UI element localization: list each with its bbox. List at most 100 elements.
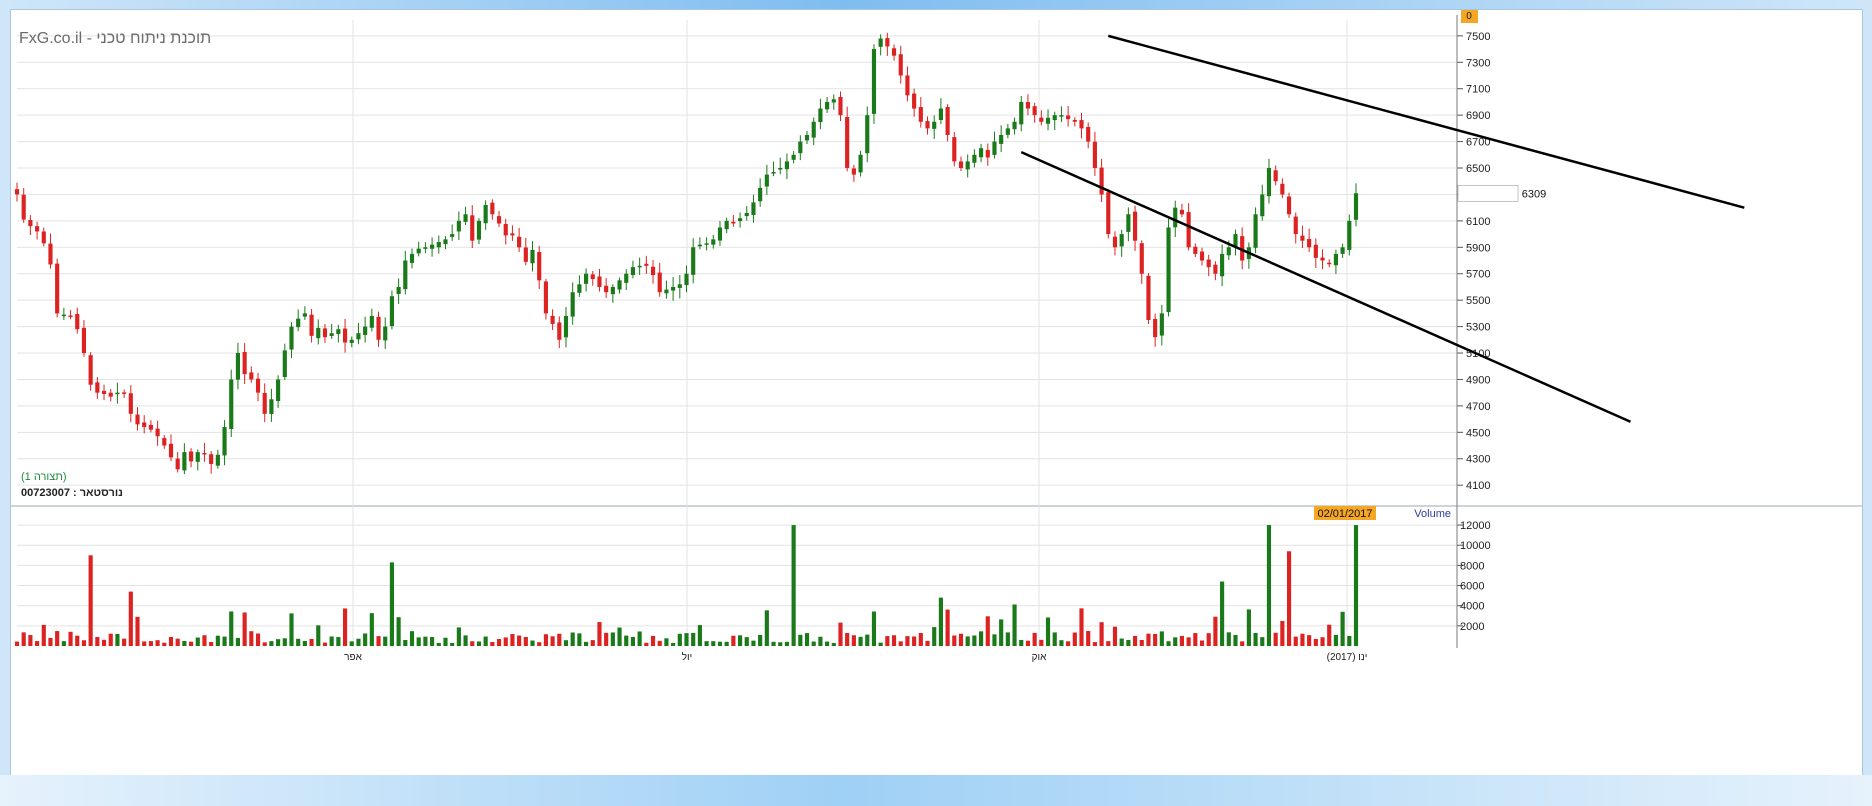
candle-body	[122, 392, 127, 394]
candle-body	[14, 189, 20, 195]
time-tick-label: ינו (2017)	[1327, 652, 1368, 663]
candle-body	[1159, 313, 1164, 336]
volume-bar	[249, 631, 254, 646]
volume-bar	[610, 632, 615, 646]
candle-body	[202, 452, 207, 455]
candle-body	[590, 274, 595, 280]
candle-body	[148, 424, 153, 430]
volume-bar	[14, 641, 20, 646]
candle-body	[476, 220, 482, 240]
candle-body	[637, 265, 642, 268]
candle-body	[938, 108, 943, 120]
price-tick-label: 4700	[1466, 401, 1490, 413]
volume-bar	[1072, 632, 1077, 646]
volume-bar	[1086, 631, 1091, 646]
volume-bar	[1307, 635, 1312, 646]
candle-body	[95, 382, 100, 393]
trendline-upper[interactable]	[1107, 34, 1745, 209]
volume-bar	[409, 631, 415, 646]
candle-body	[48, 243, 53, 265]
volume-bar	[215, 635, 220, 646]
volume-bar	[791, 525, 796, 646]
volume-bar	[108, 633, 113, 646]
volume-bar	[1039, 639, 1044, 646]
volume-bar	[1132, 635, 1138, 646]
volume-bar	[972, 635, 977, 646]
volume-bar	[209, 641, 214, 646]
volume-bar	[557, 633, 562, 646]
volume-bar	[604, 632, 609, 646]
volume-bar	[523, 636, 528, 646]
volume-bar	[825, 641, 830, 646]
volume-bar	[624, 635, 629, 646]
candle-body	[1126, 214, 1131, 232]
candle-body	[1072, 119, 1077, 122]
volume-bar	[1327, 624, 1332, 646]
volume-bar	[510, 634, 515, 646]
candle-body	[450, 234, 455, 237]
candle-body	[496, 216, 502, 224]
volume-bar	[1347, 636, 1352, 646]
volume-bar	[356, 638, 361, 646]
volume-bar	[684, 633, 689, 646]
candle-body	[664, 289, 669, 294]
candle-body	[711, 239, 716, 245]
candle-body	[583, 273, 589, 284]
candle-body	[1260, 194, 1265, 217]
candle-body	[396, 286, 401, 294]
candle-body	[858, 154, 863, 173]
volume-bar	[456, 627, 461, 646]
candle-body	[423, 247, 428, 249]
volume-bar	[851, 635, 856, 646]
candle-body	[1320, 257, 1325, 261]
volume-bar	[845, 632, 850, 646]
volume-bar	[731, 635, 736, 646]
volume-bar	[476, 641, 482, 646]
candle-body	[416, 248, 421, 254]
volume-bar	[918, 633, 923, 646]
candle-body	[965, 161, 970, 170]
volume-bar	[75, 635, 80, 646]
candle-body	[1099, 167, 1104, 195]
candle-body	[804, 134, 810, 141]
candle-body	[630, 267, 636, 276]
volume-bar	[349, 641, 354, 646]
volume-bar	[363, 633, 368, 646]
volume-bar	[1233, 634, 1238, 646]
volume-bar	[436, 642, 441, 646]
volume-tick-label: 10000	[1460, 540, 1491, 552]
volume-bar	[28, 635, 33, 646]
candle-body	[1199, 251, 1205, 261]
watermark: FxG.co.il - תוכנת ניתוח טכני	[19, 30, 211, 47]
candle-body	[704, 243, 709, 245]
volume-bar	[369, 613, 374, 646]
candle-body	[376, 316, 381, 340]
volume-bar	[1012, 604, 1017, 646]
volume-bar	[1173, 637, 1178, 646]
candle-body	[905, 75, 910, 96]
candle-body	[1226, 247, 1231, 256]
view-label: (תצורה 1)	[21, 471, 67, 483]
candle-body	[537, 252, 542, 281]
candle-body	[1119, 234, 1124, 247]
candle-body	[88, 355, 93, 385]
candle-body	[215, 454, 220, 466]
volume-bar	[550, 636, 555, 646]
candle-body	[878, 38, 883, 47]
volume-bar	[637, 631, 642, 646]
volume-bar	[597, 622, 602, 646]
volume-bar	[1099, 622, 1104, 646]
volume-bar	[1112, 626, 1118, 646]
candle-body	[61, 314, 66, 317]
volume-bar	[496, 639, 502, 646]
price-volume-chart[interactable]: 4100430045004700490051005300550057005900…	[11, 7, 1862, 775]
volume-bar	[1106, 641, 1111, 646]
volume-bar	[416, 637, 421, 646]
volume-bar	[905, 636, 910, 646]
volume-bar	[423, 636, 428, 646]
candle-body	[309, 314, 314, 336]
volume-bar	[878, 642, 883, 646]
candle-body	[1039, 117, 1044, 122]
volume-bar	[396, 617, 401, 646]
volume-bar	[1146, 633, 1151, 646]
